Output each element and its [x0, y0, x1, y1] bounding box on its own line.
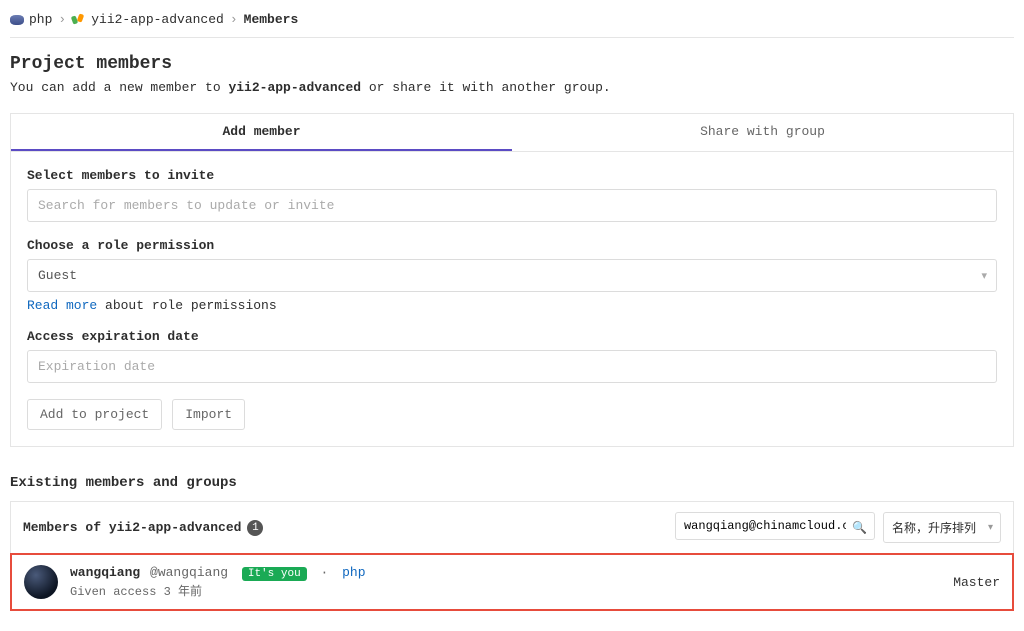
- separator-dot: ·: [320, 565, 328, 580]
- existing-members-heading: Existing members and groups: [10, 475, 1014, 491]
- expiration-date-input[interactable]: [27, 350, 997, 383]
- breadcrumb-project[interactable]: yii2-app-advanced: [72, 12, 224, 27]
- import-button[interactable]: Import: [172, 399, 245, 430]
- breadcrumb: php › yii2-app-advanced › Members: [10, 10, 1014, 38]
- tab-share-with-group[interactable]: Share with group: [512, 114, 1013, 151]
- select-members-label: Select members to invite: [27, 168, 997, 183]
- avatar[interactable]: [24, 565, 58, 599]
- chevron-down-icon: ▾: [988, 522, 993, 534]
- page-subtitle: You can add a new member to yii2-app-adv…: [10, 80, 1014, 95]
- breadcrumb-group[interactable]: php: [10, 12, 52, 27]
- members-list-header: Members of yii2-app-advanced 1 🔍 名称，升序排列…: [10, 501, 1014, 553]
- members-filter-input-wrap: 🔍: [675, 512, 875, 543]
- chevron-right-icon: ›: [230, 12, 238, 27]
- role-permission-label: Choose a role permission: [27, 238, 997, 253]
- role-permission-hint: Read more about role permissions: [27, 298, 997, 313]
- members-sort-select[interactable]: 名称，升序排列 ▾: [883, 512, 1001, 543]
- members-filter-input[interactable]: [675, 512, 875, 540]
- member-name[interactable]: wangqiang: [70, 565, 140, 580]
- tab-add-member[interactable]: Add member: [11, 114, 512, 151]
- expiration-label: Access expiration date: [27, 329, 997, 344]
- its-you-badge: It's you: [242, 567, 307, 581]
- member-row: wangqiang @wangqiang It's you · php Give…: [10, 553, 1014, 611]
- member-role: Master: [953, 575, 1000, 590]
- members-count-badge: 1: [247, 520, 263, 536]
- read-more-link[interactable]: Read more: [27, 298, 97, 313]
- tabs: Add member Share with group: [10, 113, 1014, 151]
- role-permission-select[interactable]: Guest ▾: [27, 259, 997, 292]
- php-icon: [10, 15, 24, 25]
- member-handle: @wangqiang: [150, 565, 228, 580]
- member-search-input[interactable]: [27, 189, 997, 222]
- add-to-project-button[interactable]: Add to project: [27, 399, 162, 430]
- members-of-label: Members of yii2-app-advanced: [23, 520, 241, 535]
- add-member-panel: Select members to invite Choose a role p…: [10, 151, 1014, 447]
- member-access-line: Given access 3 年前: [70, 582, 366, 599]
- search-icon[interactable]: 🔍: [852, 520, 867, 535]
- yii-icon: [72, 13, 86, 27]
- breadcrumb-current: Members: [244, 12, 299, 27]
- page-title: Project members: [10, 54, 1014, 74]
- member-group-link[interactable]: php: [342, 565, 365, 580]
- chevron-right-icon: ›: [58, 12, 66, 27]
